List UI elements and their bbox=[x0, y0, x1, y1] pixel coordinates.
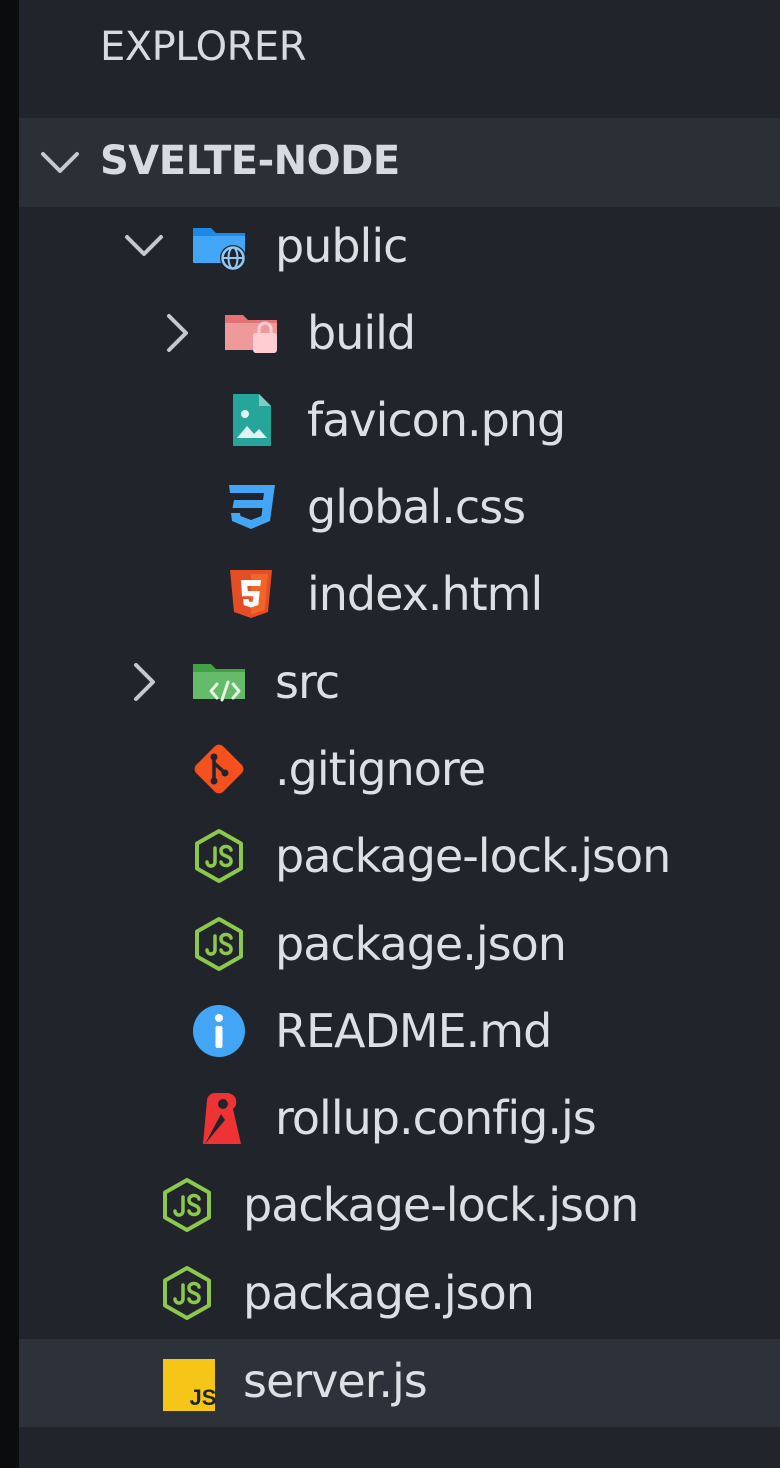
folder-src-icon bbox=[193, 664, 245, 702]
tree-item-label: README.md bbox=[275, 1004, 552, 1058]
tree-item-package-json[interactable]: package.json bbox=[19, 900, 780, 988]
info-icon bbox=[193, 1005, 245, 1057]
tree-item-label: rollup.config.js bbox=[275, 1091, 597, 1145]
tree-item-package-lock-json[interactable]: package-lock.json bbox=[19, 1161, 780, 1249]
svg-text:JS: JS bbox=[190, 1385, 217, 1410]
tree-item-label: favicon.png bbox=[307, 393, 566, 447]
tree-item-label: package.json bbox=[243, 1266, 535, 1320]
tree-item-label: global.css bbox=[307, 480, 526, 534]
folder-build-icon bbox=[225, 315, 277, 353]
image-file-icon bbox=[233, 394, 271, 446]
tree-item-rollup-config[interactable]: rollup.config.js bbox=[19, 1074, 780, 1162]
javascript-file-icon: JS bbox=[163, 1359, 217, 1411]
tree-item-index-html[interactable]: index.html bbox=[19, 550, 780, 638]
chevron-down-icon[interactable] bbox=[119, 221, 169, 271]
rollup-icon bbox=[203, 1092, 241, 1144]
tree-item-global-css[interactable]: global.css bbox=[19, 463, 780, 551]
nodejs-icon bbox=[195, 829, 243, 883]
tree-item-package-json[interactable]: package.json bbox=[19, 1249, 780, 1337]
tree-item-build[interactable]: build bbox=[19, 289, 780, 377]
explorer-panel: EXPLORER SVELTE-NODE public build favico… bbox=[19, 0, 780, 1468]
tree-item-server-js[interactable]: JS server.js bbox=[19, 1339, 780, 1427]
tree-item-package-lock-json[interactable]: package-lock.json bbox=[19, 812, 780, 900]
workspace-section-header[interactable]: SVELTE-NODE bbox=[19, 118, 780, 207]
tree-item-label: build bbox=[307, 306, 416, 360]
workspace-name: SVELTE-NODE bbox=[100, 138, 400, 184]
tree-item-label: src bbox=[275, 655, 340, 709]
nodejs-icon bbox=[163, 1178, 211, 1232]
tree-item-readme[interactable]: README.md bbox=[19, 987, 780, 1075]
css-file-icon bbox=[229, 485, 275, 529]
git-file-icon bbox=[194, 744, 244, 794]
activity-bar-edge bbox=[0, 0, 19, 1468]
nodejs-icon bbox=[195, 917, 243, 971]
tree-item-favicon[interactable]: favicon.png bbox=[19, 376, 780, 464]
chevron-right-icon[interactable] bbox=[152, 308, 202, 358]
tree-item-label: package.json bbox=[275, 917, 567, 971]
explorer-title: EXPLORER bbox=[100, 24, 307, 70]
tree-item-gitignore[interactable]: .gitignore bbox=[19, 725, 780, 813]
chevron-down-icon[interactable] bbox=[35, 138, 85, 188]
tree-item-label: package-lock.json bbox=[275, 829, 671, 883]
folder-public-icon bbox=[193, 228, 246, 271]
html-file-icon bbox=[230, 570, 272, 618]
tree-item-public[interactable]: public bbox=[19, 202, 780, 290]
tree-item-src[interactable]: src bbox=[19, 638, 780, 726]
nodejs-icon bbox=[163, 1266, 211, 1320]
tree-item-label: package-lock.json bbox=[243, 1178, 639, 1232]
chevron-right-icon[interactable] bbox=[119, 657, 169, 707]
tree-item-label: server.js bbox=[243, 1354, 428, 1408]
tree-item-label: public bbox=[275, 219, 408, 273]
tree-item-label: .gitignore bbox=[275, 742, 486, 796]
tree-item-label: index.html bbox=[307, 567, 543, 621]
